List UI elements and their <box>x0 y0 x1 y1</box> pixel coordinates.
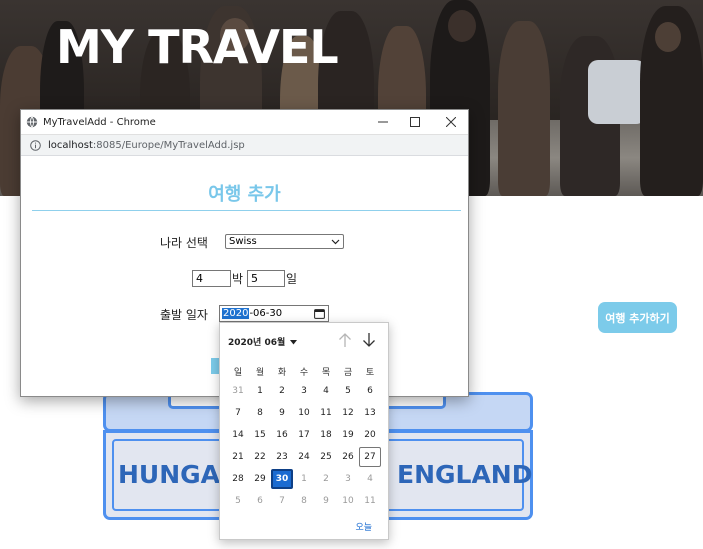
chevron-down-icon <box>331 239 340 245</box>
departure-date-label: 출발 일자 <box>160 308 208 322</box>
weekday-label: 토 <box>365 368 375 378</box>
country-card-label-england[interactable]: ENGLAND <box>397 460 532 489</box>
calendar-day[interactable]: 14 <box>227 425 249 445</box>
calendar-day[interactable]: 17 <box>293 425 315 445</box>
calendar-day[interactable]: 7 <box>271 491 293 511</box>
calendar-day[interactable]: 19 <box>337 425 359 445</box>
crowd-head <box>448 10 476 42</box>
window-title: MyTravelAdd - Chrome <box>43 116 156 128</box>
close-icon <box>446 117 456 127</box>
close-button[interactable] <box>441 114 461 130</box>
calendar-day[interactable]: 9 <box>271 403 293 423</box>
calendar-day[interactable]: 1 <box>293 469 315 489</box>
arrow-up-icon[interactable] <box>338 332 352 348</box>
weekday-label: 목 <box>321 368 331 378</box>
nights-unit-label: 박 <box>232 272 244 286</box>
calendar-day[interactable]: 10 <box>337 491 359 511</box>
today-button[interactable]: 오늘 <box>355 520 372 533</box>
calendar-day[interactable]: 27 <box>359 447 381 467</box>
calendar-day[interactable]: 12 <box>337 403 359 423</box>
minimize-icon <box>378 121 388 123</box>
calendar-day[interactable]: 3 <box>337 469 359 489</box>
calendar-day[interactable]: 18 <box>315 425 337 445</box>
weekday-label: 일 <box>233 368 243 378</box>
url-host: localhost <box>48 139 93 151</box>
info-icon[interactable] <box>30 139 41 151</box>
calendar-day[interactable]: 24 <box>293 447 315 467</box>
weekday-label: 금 <box>343 368 353 378</box>
date-picker-dropdown: 2020년 06월 일월화수목금토 31 1 2 3 4 5 6 7 8 9 10 11 12 13 14 1… <box>219 322 389 540</box>
calendar-day[interactable]: 16 <box>271 425 293 445</box>
calendar-day[interactable]: 15 <box>249 425 271 445</box>
shopping-bag <box>588 60 646 124</box>
departure-date-input[interactable]: 2020 -06-30 <box>219 305 329 322</box>
weekday-label: 화 <box>277 368 287 378</box>
calendar-day[interactable]: 10 <box>293 403 315 423</box>
arrow-down-icon[interactable] <box>362 332 376 348</box>
calendar-day[interactable]: 29 <box>249 469 271 489</box>
calendar-day[interactable]: 6 <box>249 491 271 511</box>
days-value: 5 <box>251 272 258 285</box>
country-select-value: Swiss <box>229 236 257 247</box>
calendar-day[interactable]: 31 <box>227 381 249 401</box>
month-year-selector[interactable]: 2020년 06월 <box>228 335 298 348</box>
calendar-day[interactable]: 9 <box>315 491 337 511</box>
url-path: :8085/Europe/MyTravelAdd.jsp <box>92 139 245 151</box>
calendar-day[interactable]: 5 <box>227 491 249 511</box>
calendar-day[interactable]: 7 <box>227 403 249 423</box>
days-input[interactable]: 5 <box>247 270 285 287</box>
weekday-label: 월 <box>255 368 265 378</box>
calendar-day[interactable]: 11 <box>359 491 381 511</box>
heading-divider <box>32 210 461 211</box>
caret-down-icon <box>290 340 298 345</box>
days-unit-label: 일 <box>286 272 298 286</box>
calendar-day[interactable]: 4 <box>359 469 381 489</box>
add-trip-button[interactable]: 여행 추가하기 <box>598 302 677 333</box>
calendar-day[interactable]: 8 <box>249 403 271 423</box>
month-year-label: 2020년 06월 <box>228 338 286 348</box>
crowd-head <box>655 22 681 52</box>
date-year-segment[interactable]: 2020 <box>222 308 250 319</box>
calendar-day[interactable]: 11 <box>315 403 337 423</box>
calendar-day[interactable]: 26 <box>337 447 359 467</box>
nights-input[interactable]: 4 <box>192 270 231 287</box>
calendar-day[interactable]: 25 <box>315 447 337 467</box>
calendar-day[interactable]: 3 <box>293 381 315 401</box>
calendar-day[interactable]: 4 <box>315 381 337 401</box>
url-text[interactable]: localhost:8085/Europe/MyTravelAdd.jsp <box>48 140 245 151</box>
calendar-day[interactable]: 1 <box>249 381 271 401</box>
country-select[interactable]: Swiss <box>225 234 344 249</box>
calendar-day[interactable]: 23 <box>271 447 293 467</box>
calendar-icon[interactable] <box>314 308 325 319</box>
maximize-icon <box>410 117 420 127</box>
calendar-day[interactable]: 13 <box>359 403 381 423</box>
calendar-day[interactable]: 28 <box>227 469 249 489</box>
calendar-day[interactable]: 2 <box>315 469 337 489</box>
calendar-day[interactable]: 6 <box>359 381 381 401</box>
maximize-button[interactable] <box>405 114 425 130</box>
hero-title: MY TRAVEL <box>56 20 339 74</box>
globe-icon <box>26 116 38 128</box>
window-titlebar[interactable]: MyTravelAdd - Chrome <box>21 110 468 134</box>
date-month-day-segment[interactable]: -06-30 <box>249 308 282 319</box>
calendar-day[interactable]: 20 <box>359 425 381 445</box>
calendar-day[interactable]: 21 <box>227 447 249 467</box>
nights-value: 4 <box>196 272 203 285</box>
crowd-figure <box>498 21 550 196</box>
address-bar[interactable]: localhost:8085/Europe/MyTravelAdd.jsp <box>21 134 468 156</box>
calendar-day[interactable]: 30 <box>271 469 293 489</box>
calendar-day[interactable]: 5 <box>337 381 359 401</box>
calendar-day[interactable]: 2 <box>271 381 293 401</box>
form-heading: 여행 추가 <box>208 184 281 205</box>
calendar-day[interactable]: 8 <box>293 491 315 511</box>
calendar-day[interactable]: 22 <box>249 447 271 467</box>
page: MY TRAVEL 여행 추가하기 HUNGAR ENGLAND MyTrave… <box>0 0 703 549</box>
weekday-label: 수 <box>299 368 309 378</box>
country-label: 나라 선택 <box>160 236 208 250</box>
minimize-button[interactable] <box>373 114 393 130</box>
